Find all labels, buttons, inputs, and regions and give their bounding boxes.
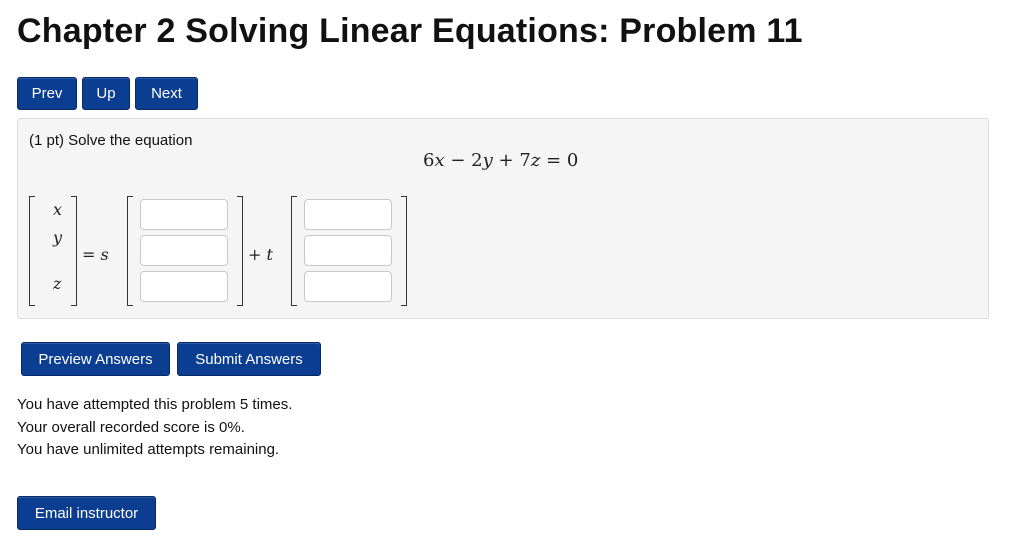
equals-sign: = [82,245,96,264]
coef-x: 6 [423,150,435,171]
operator-minus: − [450,150,466,171]
page-title: Chapter 2 Solving Linear Equations: Prob… [17,12,803,50]
vector-right-bracket [71,196,77,306]
problem-prompt: (1 pt) Solve the equation [29,132,193,149]
coef-z: 7 [519,150,531,171]
vector-y: y [53,228,63,247]
prev-button[interactable]: Prev [17,77,77,110]
s-vector-right-bracket [237,196,243,306]
param-s: s [100,245,109,264]
next-button[interactable]: Next [135,77,198,110]
vector-left-bracket [29,196,35,306]
var-z: z [530,150,541,171]
s-answer-1[interactable] [140,199,228,230]
equals-s: = s [82,245,109,264]
vector-z: z [53,274,62,293]
t-answer-1[interactable] [304,199,392,230]
coef-y: 2 [471,150,483,171]
attempt-status: You have attempted this problem 5 times.… [17,394,292,462]
attempts-count: You have attempted this problem 5 times. [17,396,293,413]
s-vector-left-bracket [127,196,133,306]
param-t: t [266,245,273,264]
vector-x: x [53,200,63,219]
t-vector-left-bracket [291,196,297,306]
equation-rhs: 0 [566,150,579,171]
var-x: x [434,150,445,171]
problem-panel: (1 pt) Solve the equation 6x − 2y + 7z =… [17,118,989,319]
attempts-remaining: You have unlimited attempts remaining. [17,441,280,458]
plus-t: + t [248,245,273,264]
s-answer-3[interactable] [140,271,228,302]
s-answer-2[interactable] [140,235,228,266]
operator-equals: = [546,150,562,171]
var-y: y [482,150,493,171]
operator-plus: + [498,150,514,171]
submit-answers-button[interactable]: Submit Answers [177,342,321,376]
up-button[interactable]: Up [82,77,130,110]
recorded-score: Your overall recorded score is 0%. [17,418,245,436]
plus-sign: + [248,245,262,264]
t-answer-2[interactable] [304,235,392,266]
t-answer-3[interactable] [304,271,392,302]
preview-answers-button[interactable]: Preview Answers [21,342,170,376]
email-instructor-button[interactable]: Email instructor [17,496,156,530]
equation: 6x − 2y + 7z = 0 [423,150,578,171]
t-vector-right-bracket [401,196,407,306]
